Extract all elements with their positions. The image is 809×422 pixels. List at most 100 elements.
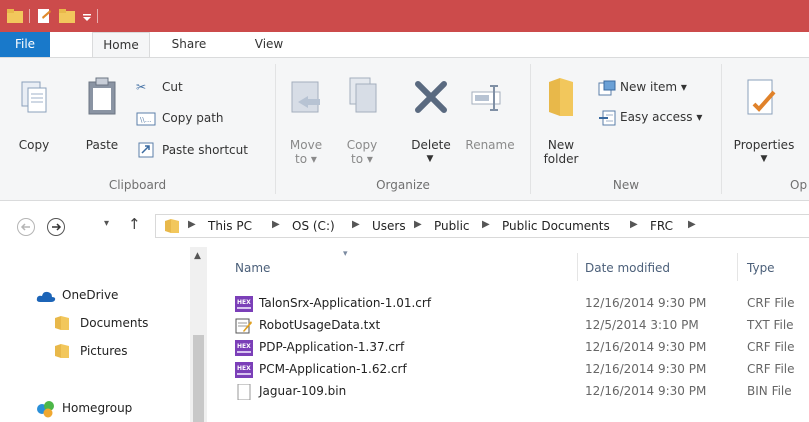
text-file-icon (235, 318, 252, 334)
file-name: RobotUsageData.txt (259, 318, 381, 332)
folder-icon (55, 344, 69, 358)
breadcrumb-users[interactable]: Users (372, 219, 406, 233)
title-bar (0, 0, 809, 32)
file-date: 12/16/2014 9:30 PM (585, 296, 707, 310)
file-list: ▾ Name Date modified Type HEX TalonSrx-A… (207, 247, 809, 422)
onedrive-label: OneDrive (62, 288, 119, 302)
table-row[interactable]: RobotUsageData.txt 12/5/2014 3:10 PM TXT… (207, 315, 809, 337)
scissors-icon: ✂ (136, 80, 147, 94)
properties-icon (747, 79, 776, 115)
paste-shortcut-label: Paste shortcut (162, 143, 248, 157)
rename-label: Rename (465, 138, 515, 152)
table-row[interactable]: HEX PDP-Application-1.37.crf 12/16/2014 … (207, 337, 809, 359)
copy-path-icon: \\... (136, 112, 156, 126)
cut-label: Cut (162, 80, 183, 94)
bin-file-icon (237, 384, 251, 400)
move-to-icon (291, 81, 320, 113)
hex-file-icon: HEX (235, 362, 253, 378)
folder-icon (165, 219, 179, 233)
svg-text:HEX: HEX (237, 299, 251, 306)
cloud-icon (36, 291, 56, 302)
table-row[interactable]: HEX PCM-Application-1.62.crf 12/16/2014 … (207, 359, 809, 381)
breadcrumb-this-pc[interactable]: This PC (208, 219, 252, 233)
clipboard-group-label: Clipboard (108, 178, 167, 192)
copy-icon (21, 81, 47, 113)
paste-label: Paste (85, 138, 119, 152)
breadcrumb-os-c[interactable]: OS (C:) (292, 219, 335, 233)
easy-access-icon (599, 110, 616, 126)
file-name: TalonSrx-Application-1.01.crf (259, 296, 432, 310)
sort-indicator-icon: ▾ (343, 249, 348, 259)
file-date: 12/16/2014 9:30 PM (585, 340, 707, 354)
file-type: CRF File (747, 340, 795, 354)
svg-text:\\...: \\... (140, 116, 151, 124)
properties-label: Properties (733, 138, 795, 152)
pictures-label: Pictures (80, 344, 128, 358)
recent-locations-dropdown-icon[interactable]: ▾ (104, 218, 109, 229)
properties-icon[interactable] (36, 8, 52, 24)
homegroup-icon (37, 401, 54, 418)
delete-x-icon (415, 81, 447, 113)
file-type: CRF File (747, 362, 795, 376)
breadcrumb-public[interactable]: Public (434, 219, 470, 233)
qat-dropdown-icon[interactable] (82, 8, 92, 24)
ribbon: Copy Paste ✂ Cut \\... Copy path Paste s… (0, 57, 809, 201)
tab-share[interactable]: Share (160, 32, 218, 57)
file-date: 12/5/2014 3:10 PM (585, 318, 699, 332)
new-item-label: New item ▾ (620, 80, 687, 94)
nav-scrollbar-thumb[interactable] (193, 335, 204, 422)
hex-file-icon: HEX (235, 340, 253, 356)
organize-group-label: Organize (376, 178, 430, 192)
tab-file[interactable]: File (0, 32, 50, 57)
copy-to-icon (349, 77, 377, 113)
paste-shortcut-icon (138, 142, 154, 158)
delete-dropdown-icon[interactable]: ▼ (422, 152, 438, 166)
move-to-label: Move to ▾ (289, 138, 323, 166)
new-item-icon (598, 80, 616, 96)
address-bar[interactable]: ▶ This PC ▶ OS (C:) ▶ Users ▶ Public ▶ P… (155, 214, 809, 238)
scroll-up-arrow-icon[interactable]: ▲ (194, 251, 201, 261)
address-row: ▾ ↑ ▶ This PC ▶ OS (C:) ▶ Users ▶ Public… (0, 201, 809, 247)
breadcrumb-public-documents[interactable]: Public Documents (502, 219, 610, 233)
column-header-date[interactable]: Date modified (585, 261, 670, 275)
file-name: PDP-Application-1.37.crf (259, 340, 405, 354)
breadcrumb-frc[interactable]: FRC (650, 219, 673, 233)
table-row[interactable]: HEX TalonSrx-Application-1.01.crf 12/16/… (207, 293, 809, 315)
copy-to-label: Copy to ▾ (346, 138, 378, 166)
rename-icon (471, 85, 501, 111)
new-group-label: New (612, 178, 640, 192)
clipboard-icon (88, 77, 116, 115)
folder-icon (7, 9, 23, 23)
file-name: PCM-Application-1.62.crf (259, 362, 407, 376)
easy-access-label: Easy access ▾ (620, 110, 703, 124)
up-icon[interactable]: ↑ (128, 215, 141, 233)
file-name: Jaguar-109.bin (259, 384, 347, 398)
folder-icon (55, 316, 69, 330)
svg-text:HEX: HEX (237, 343, 251, 350)
homegroup-label: Homegroup (62, 401, 133, 415)
new-folder-label: New folder (543, 138, 579, 166)
column-header-name[interactable]: Name (235, 261, 270, 275)
tab-view[interactable]: View (244, 32, 294, 57)
file-date: 12/16/2014 9:30 PM (585, 384, 707, 398)
hex-file-icon: HEX (235, 296, 253, 312)
file-date: 12/16/2014 9:30 PM (585, 362, 707, 376)
copy-label: Copy (18, 138, 50, 152)
new-folder-icon (549, 78, 573, 116)
ribbon-tabs: File Home Share View (0, 32, 809, 58)
new-folder-icon[interactable] (58, 8, 76, 24)
file-type: BIN File (747, 384, 792, 398)
forward-icon[interactable] (46, 217, 66, 237)
back-icon[interactable] (16, 217, 36, 237)
svg-text:HEX: HEX (237, 365, 251, 372)
file-type: TXT File (747, 318, 794, 332)
table-row[interactable]: Jaguar-109.bin 12/16/2014 9:30 PM BIN Fi… (207, 381, 809, 403)
copy-path-label: Copy path (162, 111, 224, 125)
properties-dropdown-icon[interactable]: ▼ (756, 152, 772, 166)
tab-home[interactable]: Home (92, 32, 150, 58)
open-group-label: Op (790, 178, 808, 192)
navigation-pane: OneDrive Documents Pictures Homegroup (0, 247, 205, 422)
documents-label: Documents (80, 316, 149, 330)
column-header-type[interactable]: Type (747, 261, 775, 275)
file-type: CRF File (747, 296, 795, 310)
